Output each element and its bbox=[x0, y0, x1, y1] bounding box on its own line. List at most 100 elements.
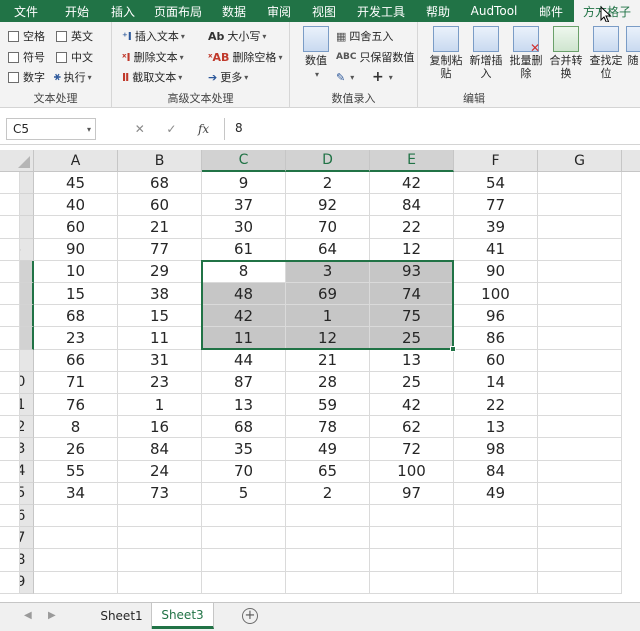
cell[interactable] bbox=[202, 527, 286, 550]
cell[interactable]: 98 bbox=[454, 438, 538, 461]
tab-3[interactable]: 页面布局 bbox=[144, 0, 212, 22]
enter-icon[interactable]: ✓ bbox=[166, 122, 176, 136]
cell[interactable] bbox=[538, 416, 622, 439]
cell[interactable] bbox=[538, 527, 622, 550]
cell[interactable]: 13 bbox=[202, 394, 286, 417]
cell[interactable]: 22 bbox=[370, 216, 454, 239]
tab-7[interactable]: 开发工具 bbox=[346, 0, 416, 22]
cell[interactable]: 12 bbox=[370, 238, 454, 261]
cell[interactable]: 5 bbox=[202, 482, 286, 505]
execute-button[interactable]: ⚹ 执行 ▾ bbox=[54, 68, 92, 86]
cell[interactable] bbox=[118, 571, 202, 594]
cell[interactable] bbox=[34, 571, 118, 594]
cell[interactable] bbox=[538, 283, 622, 306]
cell[interactable] bbox=[454, 527, 538, 550]
cell[interactable]: 90 bbox=[34, 238, 118, 261]
cell[interactable]: 8 bbox=[202, 260, 286, 283]
cell[interactable] bbox=[0, 283, 20, 306]
cell[interactable] bbox=[34, 505, 118, 528]
symbol-checkbox[interactable]: 符号 bbox=[8, 48, 45, 66]
cell[interactable] bbox=[0, 371, 20, 394]
tab-10[interactable]: 邮件 bbox=[528, 0, 574, 22]
cell[interactable]: 84 bbox=[118, 438, 202, 461]
cell[interactable]: 2 bbox=[286, 482, 370, 505]
cell[interactable] bbox=[286, 527, 370, 550]
cell[interactable] bbox=[202, 571, 286, 594]
cell[interactable] bbox=[0, 327, 20, 350]
cell[interactable] bbox=[454, 571, 538, 594]
select-all-button[interactable] bbox=[0, 150, 34, 172]
cell[interactable] bbox=[0, 527, 20, 550]
cell[interactable]: 68 bbox=[118, 172, 202, 195]
cell[interactable] bbox=[370, 527, 454, 550]
cell[interactable]: 68 bbox=[34, 305, 118, 328]
cell[interactable]: 70 bbox=[202, 460, 286, 483]
merge-convert-button[interactable]: 合并转换 bbox=[546, 26, 586, 86]
cell[interactable]: 77 bbox=[118, 238, 202, 261]
cell[interactable]: 1 bbox=[286, 305, 370, 328]
cell[interactable]: 74 bbox=[370, 283, 454, 306]
cell[interactable]: 54 bbox=[454, 172, 538, 195]
cell[interactable]: 69 bbox=[286, 283, 370, 306]
name-box[interactable]: C5 ▾ bbox=[6, 118, 96, 140]
cell[interactable]: 100 bbox=[454, 283, 538, 306]
cell[interactable] bbox=[202, 549, 286, 572]
cell[interactable]: 60 bbox=[118, 194, 202, 217]
cell[interactable]: 15 bbox=[34, 283, 118, 306]
cell[interactable]: 9 bbox=[202, 172, 286, 195]
cell[interactable] bbox=[538, 305, 622, 328]
cell[interactable] bbox=[0, 571, 20, 594]
cell[interactable]: 62 bbox=[370, 416, 454, 439]
cell[interactable]: 28 bbox=[286, 371, 370, 394]
column-header-D[interactable]: D bbox=[286, 150, 370, 172]
prev-sheet-icon[interactable]: ◀ bbox=[24, 610, 32, 621]
cell[interactable]: 16 bbox=[118, 416, 202, 439]
cell[interactable]: 11 bbox=[202, 327, 286, 350]
cell[interactable]: 61 bbox=[202, 238, 286, 261]
find-locate-button[interactable]: 查找定位 bbox=[586, 26, 626, 86]
cell[interactable]: 60 bbox=[34, 216, 118, 239]
cell[interactable]: 40 bbox=[34, 194, 118, 217]
fill-handle[interactable] bbox=[450, 345, 456, 352]
cell[interactable]: 78 bbox=[286, 416, 370, 439]
cell[interactable]: 10 bbox=[34, 260, 118, 283]
cell[interactable]: 93 bbox=[370, 260, 454, 283]
cell[interactable] bbox=[0, 460, 20, 483]
cell[interactable] bbox=[538, 327, 622, 350]
cell[interactable]: 2 bbox=[286, 172, 370, 195]
cell[interactable]: 84 bbox=[370, 194, 454, 217]
cell[interactable]: 49 bbox=[286, 438, 370, 461]
tab-0[interactable]: 文件 bbox=[0, 0, 52, 22]
cell[interactable]: 84 bbox=[454, 460, 538, 483]
cell[interactable] bbox=[454, 505, 538, 528]
cell[interactable]: 12 bbox=[286, 327, 370, 350]
cell[interactable]: 72 bbox=[370, 438, 454, 461]
cell[interactable] bbox=[286, 571, 370, 594]
cell[interactable]: 3 bbox=[286, 260, 370, 283]
cell[interactable] bbox=[0, 238, 20, 261]
edit-format-button[interactable]: ✎ ▾ bbox=[336, 68, 354, 86]
cell[interactable]: 41 bbox=[454, 238, 538, 261]
cell[interactable]: 11 bbox=[118, 327, 202, 350]
column-header-B[interactable]: B bbox=[118, 150, 202, 172]
tab-5[interactable]: 审阅 bbox=[256, 0, 302, 22]
cell[interactable]: 65 bbox=[286, 460, 370, 483]
batch-delete-button[interactable]: 批量删除 bbox=[506, 26, 546, 86]
cell[interactable] bbox=[0, 216, 20, 239]
cell[interactable]: 70 bbox=[286, 216, 370, 239]
english-checkbox[interactable]: 英文 bbox=[56, 27, 93, 45]
cell[interactable] bbox=[0, 260, 20, 283]
cell[interactable]: 86 bbox=[454, 327, 538, 350]
cell[interactable]: 22 bbox=[454, 394, 538, 417]
cell[interactable]: 66 bbox=[34, 349, 118, 372]
cell[interactable]: 31 bbox=[118, 349, 202, 372]
cell[interactable] bbox=[538, 194, 622, 217]
cell[interactable] bbox=[0, 172, 20, 195]
cell[interactable] bbox=[370, 505, 454, 528]
cell[interactable] bbox=[286, 505, 370, 528]
more-button[interactable]: ➔ 更多 ▾ bbox=[208, 68, 248, 86]
add-button[interactable]: + ▾ bbox=[372, 68, 393, 86]
tab-9[interactable]: AudTool bbox=[460, 0, 528, 22]
cell[interactable] bbox=[538, 482, 622, 505]
cell[interactable]: 29 bbox=[118, 260, 202, 283]
